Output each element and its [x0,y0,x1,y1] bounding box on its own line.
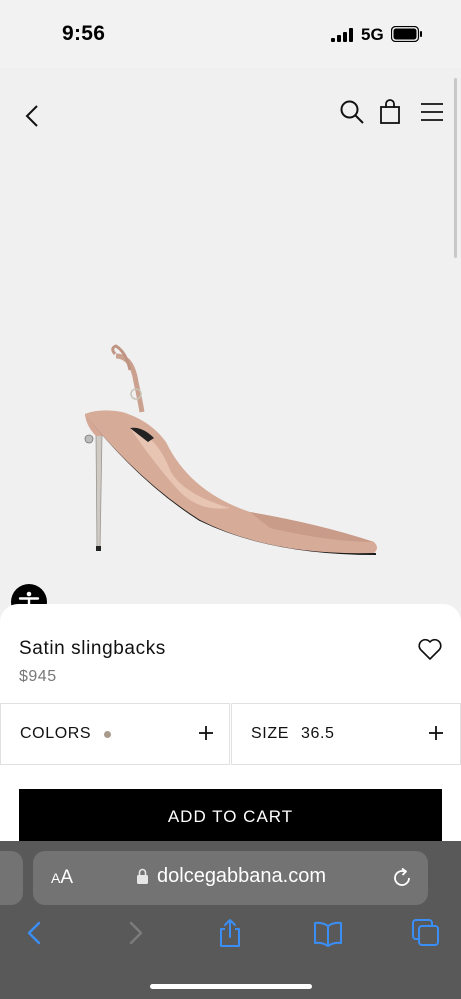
plus-icon [429,726,443,740]
forward-icon[interactable] [120,918,150,948]
color-swatch [104,731,111,738]
add-to-cart-button[interactable]: ADD TO CART [19,789,442,845]
size-label: SIZE [251,725,289,742]
text-size-button[interactable]: AA [51,867,73,889]
url-text[interactable]: dolcegabbana.com [157,865,326,888]
network-label: 5G [361,25,384,44]
status-time: 9:56 [62,22,106,45]
share-icon[interactable] [215,918,245,948]
previous-tab-preview[interactable] [0,851,23,905]
search-icon[interactable] [338,98,366,126]
signal-icon [331,28,353,42]
chevron-left-icon[interactable] [18,103,46,129]
text-size-small-a: A [51,870,61,886]
size-value: 36.5 [301,725,335,742]
reload-icon[interactable] [390,866,414,890]
status-bar: 9:56 5G [0,0,461,68]
bookmarks-icon[interactable] [313,918,343,948]
scroll-indicator [454,78,457,258]
tabs-icon[interactable] [411,918,441,948]
text-size-large-a: A [60,867,74,888]
product-shoe-image [84,344,377,555]
heart-icon[interactable] [417,637,443,661]
lock-icon [137,868,148,884]
plus-icon [199,726,213,740]
product-title: Satin slingbacks [19,638,166,659]
battery-icon [391,26,422,42]
back-icon[interactable] [20,918,50,948]
shopping-bag-icon[interactable] [377,98,403,126]
home-indicator [150,984,312,989]
product-price: $945 [19,668,57,685]
hamburger-menu-icon[interactable] [418,100,446,124]
size-selector[interactable]: SIZE 36.5 [231,703,461,765]
colors-selector[interactable]: COLORS [0,703,230,765]
colors-label: COLORS [20,725,92,742]
